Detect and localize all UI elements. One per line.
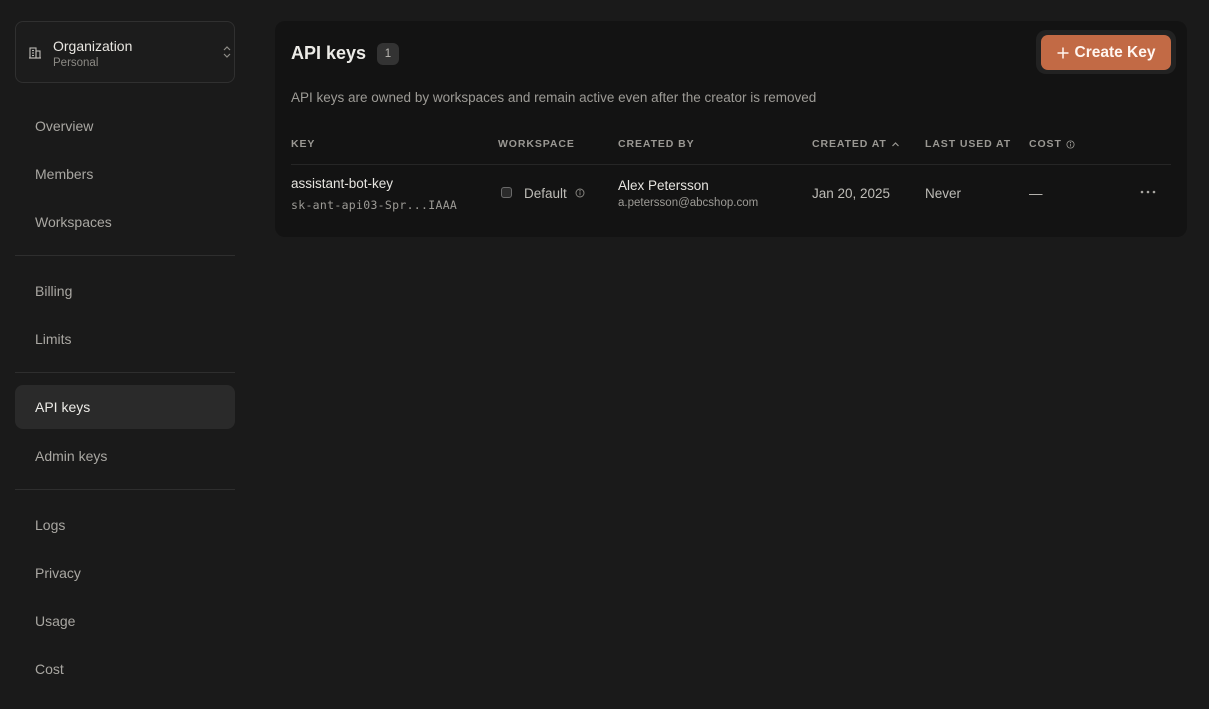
sidebar-item-label: Limits (35, 331, 72, 347)
sidebar-item-label: Workspaces (35, 214, 112, 230)
chevron-up-down-icon (223, 46, 231, 58)
info-icon[interactable] (575, 188, 585, 198)
creator-email: a.petersson@abcshop.com (618, 197, 759, 209)
sidebar-item-label: Cost (35, 661, 64, 677)
page-description: API keys are owned by workspaces and rem… (291, 90, 817, 105)
column-header-cost: COST (1029, 138, 1075, 150)
cost-value: — (1029, 186, 1043, 201)
sidebar-divider (15, 372, 235, 373)
sidebar-item-usage[interactable]: Usage (15, 599, 235, 643)
sort-ascending-icon (891, 141, 899, 146)
row-actions-button[interactable] (1137, 184, 1159, 200)
sidebar-item-label: Billing (35, 283, 73, 299)
sidebar-divider (15, 255, 235, 256)
more-horizontal-icon (1140, 190, 1156, 194)
column-header-last-used-at: LAST USED AT (925, 138, 1012, 150)
sidebar-item-label: Overview (35, 118, 94, 134)
column-header-workspace: WORKSPACE (498, 138, 575, 150)
column-header-key: KEY (291, 138, 316, 150)
sidebar-item-billing[interactable]: Billing (15, 269, 235, 313)
sidebar-item-label: API keys (35, 399, 91, 415)
create-key-button-wrapper: Create Key (1036, 30, 1176, 74)
workspace-checkbox[interactable] (501, 187, 512, 198)
sidebar-item-privacy[interactable]: Privacy (15, 551, 235, 595)
key-masked-value: sk-ant-api03-Spr...IAAA (291, 198, 458, 212)
sidebar-item-cost[interactable]: Cost (15, 647, 235, 691)
workspace-name: Default (524, 186, 567, 201)
plus-icon (1057, 47, 1068, 58)
sidebar-item-workspaces[interactable]: Workspaces (15, 200, 235, 244)
sidebar-item-label: Usage (35, 613, 76, 629)
last-used-value: Never (925, 186, 962, 201)
sidebar-item-logs[interactable]: Logs (15, 503, 235, 547)
page-title: API keys (291, 43, 367, 63)
key-name: assistant-bot-key (291, 176, 394, 191)
sidebar-item-admin-keys[interactable]: Admin keys (15, 434, 235, 478)
api-keys-panel: API keys 1 Create Key API keys are owned… (275, 21, 1187, 237)
sidebar: Organization Personal Overview Members W… (0, 0, 250, 709)
building-icon (29, 47, 41, 59)
info-icon[interactable] (1066, 139, 1075, 149)
sidebar-item-api-keys[interactable]: API keys (15, 385, 235, 429)
column-header-created-by: CREATED BY (618, 138, 695, 150)
sidebar-item-overview[interactable]: Overview (15, 104, 235, 148)
column-header-created-at[interactable]: CREATED AT (812, 138, 900, 150)
table-header-divider (291, 164, 1171, 165)
create-key-label: Create Key (1074, 43, 1156, 61)
sidebar-item-label: Logs (35, 517, 66, 533)
organization-switcher[interactable]: Organization Personal (15, 21, 235, 83)
sidebar-item-label: Admin keys (35, 448, 108, 464)
created-at-value: Jan 20, 2025 (812, 186, 891, 201)
key-count-badge: 1 (377, 43, 399, 65)
organization-subtitle: Personal (53, 57, 99, 69)
organization-name: Organization (53, 38, 133, 54)
creator-name: Alex Petersson (618, 178, 709, 193)
create-key-button[interactable]: Create Key (1041, 35, 1171, 70)
sidebar-divider (15, 489, 235, 490)
sidebar-item-label: Privacy (35, 565, 81, 581)
console-app: Organization Personal Overview Members W… (0, 0, 1209, 709)
sidebar-item-label: Members (35, 166, 94, 182)
sidebar-item-limits[interactable]: Limits (15, 317, 235, 361)
sidebar-item-members[interactable]: Members (15, 152, 235, 196)
